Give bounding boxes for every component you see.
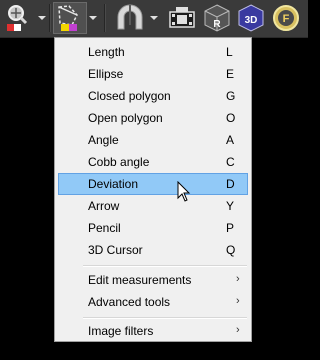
menu-item-shortcut: C — [226, 155, 235, 169]
menu-item-label: 3D Cursor — [88, 243, 143, 257]
menu-item-shortcut: A — [226, 133, 235, 147]
chevron-down-icon — [38, 16, 46, 20]
menu-item-label: Image filters — [88, 324, 154, 338]
menu-item-label: Advanced tools — [88, 295, 171, 309]
chevron-down-icon — [150, 16, 158, 20]
menu-item-pencil[interactable]: Pencil P — [58, 217, 248, 239]
menu-item-ellipse[interactable]: Ellipse E — [58, 63, 248, 85]
menu-item-length[interactable]: Length L — [58, 41, 248, 63]
menu-item-shortcut: P — [226, 221, 235, 235]
menu-separator — [83, 265, 247, 267]
menu-item-label: Edit measurements — [88, 273, 192, 287]
menu-item-advanced-tools[interactable]: Advanced tools › — [58, 291, 248, 313]
mouse-pointer-icon — [177, 181, 191, 202]
menu-item-angle[interactable]: Angle A — [58, 129, 248, 151]
menu-item-label: Length — [88, 45, 125, 59]
mpr-tool-button[interactable]: R — [201, 2, 233, 34]
submenu-arrow-icon: › — [236, 273, 240, 285]
mpr-cube-icon: R — [204, 4, 230, 32]
menu-item-label: Open polygon — [88, 111, 163, 125]
roi-measure-icon — [58, 5, 78, 31]
menu-item-shortcut: E — [226, 67, 235, 81]
svg-text:3D: 3D — [245, 15, 258, 26]
menu-item-label: Closed polygon — [88, 89, 171, 103]
menu-item-arrow[interactable]: Arrow Y — [58, 195, 248, 217]
menu-item-label: Ellipse — [88, 67, 124, 81]
fusion-icon: F — [273, 5, 299, 31]
film-camera-icon — [169, 7, 195, 28]
menu-item-label: Deviation — [88, 177, 139, 191]
horseshoe-tool-button[interactable] — [113, 2, 147, 34]
menu-item-label: Arrow — [88, 199, 120, 213]
menu-item-shortcut: Q — [226, 243, 236, 257]
movie-tool-button[interactable] — [165, 2, 199, 34]
fusion-tool-button[interactable]: F — [269, 2, 303, 34]
menu-separator — [83, 317, 247, 319]
menu-item-edit-measurements[interactable]: Edit measurements › — [58, 269, 248, 291]
measurement-menu: Length L Ellipse E Closed polygon G Open… — [54, 37, 252, 342]
svg-text:F: F — [283, 13, 290, 25]
measure-tool-dropdown[interactable] — [88, 2, 98, 34]
menu-item-shortcut: G — [226, 89, 236, 103]
3d-tool-button[interactable]: 3D — [235, 2, 267, 34]
menu-item-label: Pencil — [88, 221, 121, 235]
menu-item-shortcut: D — [226, 177, 235, 191]
menu-item-image-filters[interactable]: Image filters › — [58, 320, 248, 342]
horseshoe-icon — [117, 4, 143, 30]
menu-item-shortcut: L — [226, 45, 233, 59]
menu-item-label: Angle — [88, 133, 119, 147]
menu-item-3d-cursor[interactable]: 3D Cursor Q — [58, 239, 248, 261]
menu-item-deviation[interactable]: Deviation D — [58, 173, 248, 195]
menu-item-label: Cobb angle — [88, 155, 150, 169]
toolbar: R 3D F — [0, 0, 308, 38]
menu-item-closed-polygon[interactable]: Closed polygon G — [58, 85, 248, 107]
magnifier-icon — [7, 5, 28, 31]
toolbar-separator — [104, 4, 106, 32]
zoom-tool-dropdown[interactable] — [37, 2, 47, 34]
menu-item-shortcut: Y — [226, 199, 235, 213]
3d-cube-icon: 3D — [238, 4, 264, 32]
toolbar-separator — [49, 4, 51, 32]
chevron-down-icon — [89, 16, 97, 20]
menu-item-cobb-angle[interactable]: Cobb angle C — [58, 151, 248, 173]
submenu-arrow-icon: › — [236, 295, 240, 307]
measure-tool-button[interactable] — [53, 2, 87, 34]
zoom-tool-button[interactable] — [2, 2, 36, 34]
menu-item-open-polygon[interactable]: Open polygon O — [58, 107, 248, 129]
menu-item-shortcut: O — [226, 111, 236, 125]
horseshoe-tool-dropdown[interactable] — [149, 2, 159, 34]
svg-text:R: R — [213, 19, 221, 30]
submenu-arrow-icon: › — [236, 324, 240, 336]
